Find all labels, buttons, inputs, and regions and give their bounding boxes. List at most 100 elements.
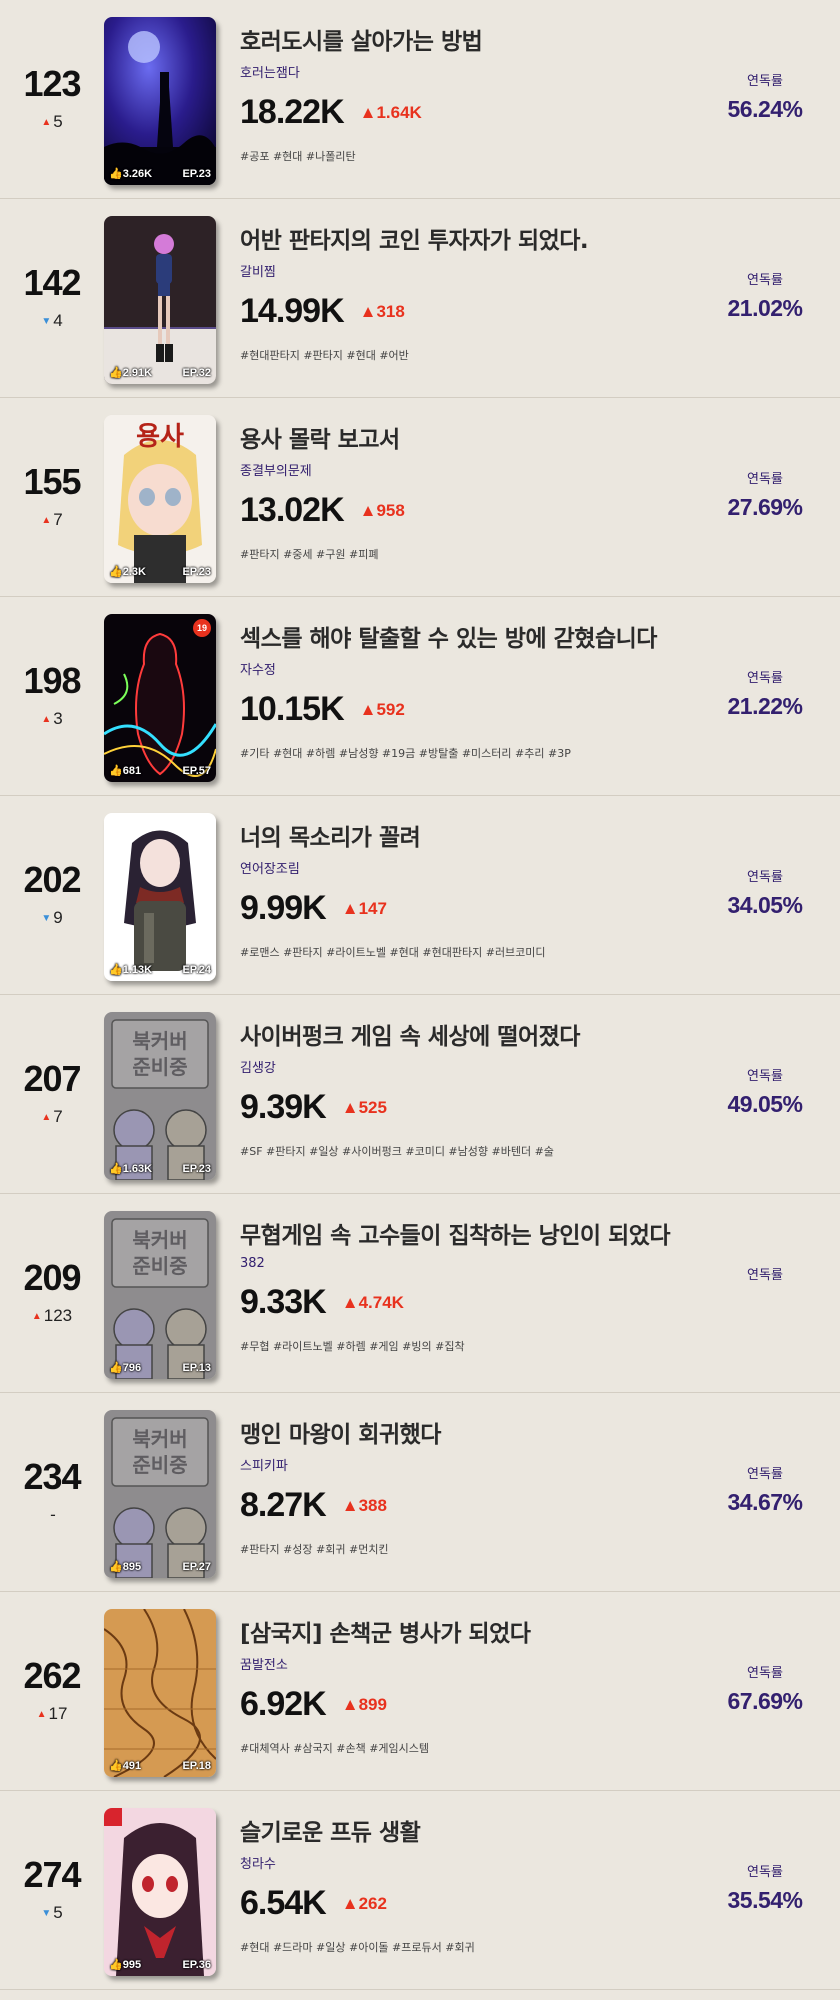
read-rate-box: 연독률 27.69% [690, 398, 840, 596]
book-cover[interactable]: 북커버 준비중 👍895 EP.27 [104, 1410, 216, 1578]
book-author[interactable]: 청라수 [240, 1853, 690, 1872]
book-author[interactable]: 종결부의문제 [240, 460, 690, 479]
cover-art-placeholder: 북커버 준비중 [104, 1410, 216, 1578]
views-row: 18.22K ▲1.64K [240, 93, 690, 132]
cover-art-night-lighthouse [104, 17, 216, 185]
rank-box: 123 ▲ 5 [0, 0, 104, 198]
read-rate-label: 연독률 [747, 1467, 783, 1482]
cover-art-neon-silhouette [104, 614, 216, 782]
episode-count: EP.27 [182, 1561, 211, 1573]
book-title[interactable]: 호러도시를 살아가는 방법 [240, 22, 690, 56]
read-rate-box: 연독률 34.05% [690, 796, 840, 994]
list-item[interactable]: 274 ▼ 5 👍995 EP.36 슬기로운 프듀 생활 청라수 6.54K … [0, 1791, 840, 1990]
book-author[interactable]: 스피키파 [240, 1455, 690, 1474]
likes-count: 2.91K [122, 367, 153, 379]
rank-change: ▲ 7 [41, 510, 62, 530]
read-rate-label: 연독률 [747, 870, 783, 885]
view-increase: ▲592 [360, 700, 405, 720]
view-increase-value: 958 [376, 500, 405, 520]
cover-likes: 👍1.63K [109, 1162, 152, 1175]
book-cover[interactable]: 👍491 EP.18 [104, 1609, 216, 1777]
book-cover[interactable]: 북커버 준비중 👍796 EP.13 [104, 1211, 216, 1379]
view-increase: ▲388 [342, 1496, 387, 1516]
read-rate-label: 연독률 [747, 1069, 783, 1084]
rank-change-arrow-icon: ▲ [41, 713, 52, 725]
views-row: 9.33K ▲4.74K [240, 1283, 690, 1322]
rank-box: 142 ▼ 4 [0, 199, 104, 397]
book-cover[interactable]: 👍3.26K EP.23 [104, 17, 216, 185]
book-cover[interactable]: 👍681 EP.57 19 [104, 614, 216, 782]
book-title[interactable]: 용사 몰락 보고서 [240, 420, 690, 454]
book-title[interactable]: [삼국지] 손책군 병사가 되었다 [240, 1614, 690, 1648]
book-title[interactable]: 너의 목소리가 꼴려 [240, 818, 690, 852]
book-author[interactable]: 꿈발전소 [240, 1654, 690, 1673]
thumbs-up-icon: 👍 [109, 1362, 123, 1374]
book-cover[interactable]: 북커버 준비중 👍1.63K EP.23 [104, 1012, 216, 1180]
rank-box: 207 ▲ 7 [0, 995, 104, 1193]
likes-count: 1.63K [122, 1163, 153, 1175]
view-count: 18.22K [240, 93, 345, 131]
book-info: 너의 목소리가 꼴려 연어장조림 9.99K ▲147 #로맨스 #판타지 #라… [240, 818, 690, 960]
book-info: 어반 판타지의 코인 투자자가 되었다. 갈비찜 14.99K ▲318 #현대… [240, 221, 690, 363]
svg-text:북커버: 북커버 [132, 1228, 187, 1252]
book-tags: #현대 #드라마 #일상 #아이돌 #프로듀서 #회귀 [240, 1941, 475, 1954]
view-increase-value: 262 [358, 1893, 387, 1913]
book-author[interactable]: 382 [240, 1256, 690, 1271]
views-row: 8.27K ▲388 [240, 1486, 690, 1525]
increase-arrow-icon: ▲ [359, 301, 377, 321]
book-author[interactable]: 자수정 [240, 659, 690, 678]
rank-box: 198 ▲ 3 [0, 597, 104, 795]
svg-text:용사: 용사 [136, 422, 184, 452]
list-item[interactable]: 262 ▲ 17 👍491 EP.18 [삼국지] 손책군 병사가 되었다 꿈발… [0, 1592, 840, 1791]
read-rate-box: 연독률 67.69% [690, 1592, 840, 1790]
book-author[interactable]: 김생강 [240, 1057, 690, 1076]
cover-likes: 👍895 [109, 1560, 141, 1573]
book-cover[interactable]: 👍2.91K EP.32 [104, 216, 216, 384]
book-title[interactable]: 슬기로운 프듀 생활 [240, 1813, 690, 1847]
episode-count: EP.18 [182, 1760, 211, 1772]
rank-change-arrow-icon: ▲ [41, 1111, 52, 1123]
book-title[interactable]: 무협게임 속 고수들이 집착하는 낭인이 되었다 [240, 1216, 690, 1250]
rank-change-arrow-icon: ▲ [31, 1310, 42, 1322]
rank-number: 207 [23, 1058, 81, 1099]
adult-badge: 19 [193, 619, 211, 637]
rank-change-arrow-icon: ▲ [36, 1708, 47, 1720]
book-title[interactable]: 맹인 마왕이 회귀했다 [240, 1415, 690, 1449]
book-tags: #SF #판타지 #일상 #사이버펑크 #코미디 #남성향 #바텐더 #술 [240, 1145, 554, 1158]
read-rate-value: 21.22% [727, 693, 803, 719]
rank-box: 274 ▼ 5 [0, 1791, 104, 1989]
cover-likes: 👍995 [109, 1958, 141, 1971]
book-cover[interactable]: 용사 👍2.3K EP.23 [104, 415, 216, 583]
book-author[interactable]: 호러는잼다 [240, 62, 690, 81]
view-increase: ▲958 [360, 501, 405, 521]
read-rate-box: 연독률 21.02% [690, 199, 840, 397]
list-item[interactable]: 207 ▲ 7 북커버 준비중 👍1.63K EP.23 사이버펑크 게임 속 세… [0, 995, 840, 1194]
view-increase: ▲525 [342, 1098, 387, 1118]
rank-change-arrow-icon: ▼ [41, 315, 52, 327]
list-item[interactable]: 234 - 북커버 준비중 👍895 EP.27 맹인 마왕이 회귀했다 스피키파… [0, 1393, 840, 1592]
cover-art-placeholder: 북커버 준비중 [104, 1211, 216, 1379]
rank-change: ▲ 5 [41, 112, 62, 132]
list-item[interactable]: 198 ▲ 3 👍681 EP.57 19 섹스를 해야 탈출할 수 있는 방에… [0, 597, 840, 796]
views-row: 9.99K ▲147 [240, 889, 690, 928]
likes-count: 491 [122, 1760, 142, 1772]
read-rate-label: 연독률 [747, 273, 783, 288]
book-author[interactable]: 연어장조림 [240, 858, 690, 877]
book-cover[interactable]: 👍1.13K EP.24 [104, 813, 216, 981]
list-item[interactable]: 209 ▲ 123 북커버 준비중 👍796 EP.13 무협게임 속 고수들이 … [0, 1194, 840, 1393]
list-item[interactable]: 142 ▼ 4 👍2.91K EP.32 어반 판타지의 코인 투자자가 되었다… [0, 199, 840, 398]
book-author[interactable]: 갈비찜 [240, 261, 690, 280]
list-item[interactable]: 123 ▲ 5 👍3.26K EP.23 호러도시를 살아가는 방법 호러는잼다… [0, 0, 840, 199]
book-cover[interactable]: 👍995 EP.36 [104, 1808, 216, 1976]
list-item[interactable]: 155 ▲ 7 용사 👍2.3K EP.23 용사 몰락 보고서 종결부의문제 … [0, 398, 840, 597]
increase-arrow-icon: ▲ [341, 1097, 359, 1117]
read-rate-label: 연독률 [747, 1268, 783, 1283]
read-rate-value: 21.02% [727, 295, 803, 321]
book-info: 무협게임 속 고수들이 집착하는 낭인이 되었다 382 9.33K ▲4.74… [240, 1216, 690, 1354]
book-title[interactable]: 어반 판타지의 코인 투자자가 되었다. [240, 221, 690, 255]
book-tags: #대체역사 #삼국지 #손책 #게임시스템 [240, 1742, 430, 1755]
list-item[interactable]: 202 ▼ 9 👍1.13K EP.24 너의 목소리가 꼴려 연어장조림 9.… [0, 796, 840, 995]
likes-count: 895 [122, 1561, 142, 1573]
book-title[interactable]: 섹스를 해야 탈출할 수 있는 방에 갇혔습니다 [240, 619, 690, 653]
book-title[interactable]: 사이버펑크 게임 속 세상에 떨어졌다 [240, 1017, 690, 1051]
